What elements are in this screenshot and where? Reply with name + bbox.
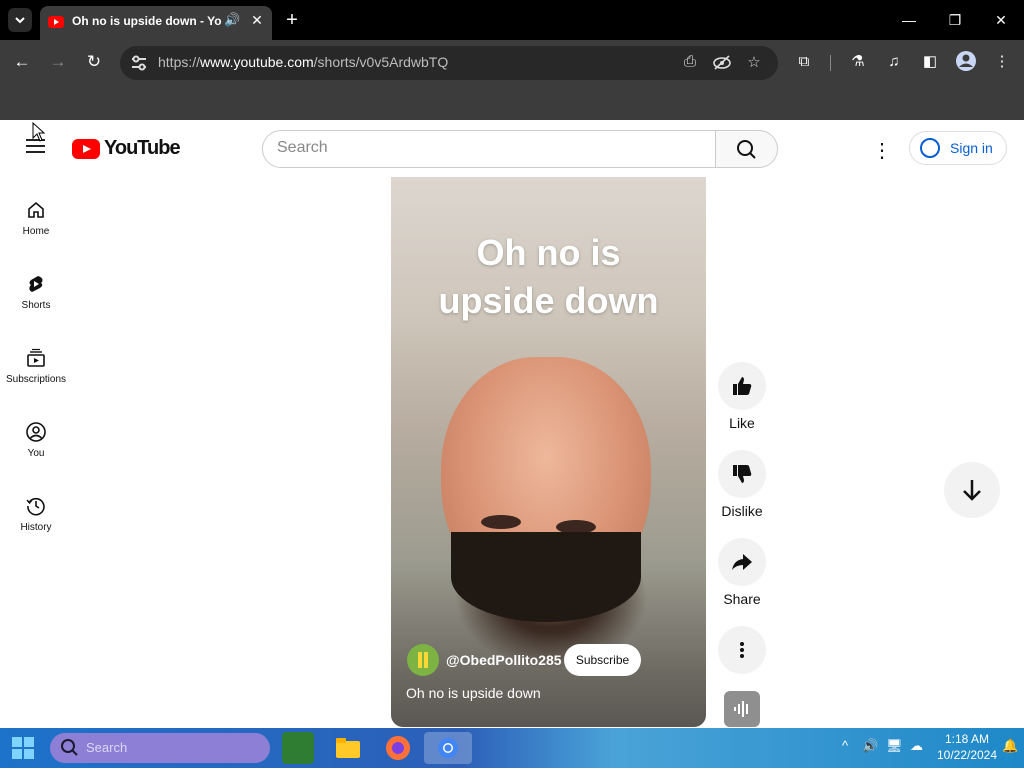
taskbar-search-input[interactable]: Search (50, 733, 270, 763)
labs-flask-icon[interactable]: ⚗ (846, 50, 870, 74)
thumbs-up-icon (733, 377, 752, 395)
back-button[interactable]: ← (10, 50, 34, 74)
eye-slash-icon[interactable] (712, 53, 732, 73)
sign-in-label: Sign in (950, 140, 993, 156)
tab-search-button[interactable] (8, 8, 32, 32)
mouse-cursor-icon (32, 121, 46, 147)
browser-tab-strip: Oh no is upside down - YouTube 🔊 ✕ + — ❐… (0, 0, 1024, 40)
address-bar[interactable]: https://www.youtube.com/shorts/v0v5Ardwb… (120, 46, 778, 80)
media-control-icon[interactable]: ♫ (882, 50, 906, 74)
onedrive-icon[interactable]: ☁ (910, 738, 923, 754)
minimize-button[interactable]: — (894, 8, 924, 32)
url-text: https://www.youtube.com/shorts/v0v5Ardwb… (158, 54, 449, 70)
tray-overflow-icon[interactable]: ^ (842, 738, 848, 753)
sidebar-label: Subscriptions (5, 374, 67, 385)
search-input[interactable]: Search (262, 130, 716, 168)
clock-date: 10/22/2024 (936, 748, 998, 762)
file-explorer-icon[interactable] (332, 732, 364, 764)
reload-button[interactable]: ↻ (82, 50, 106, 74)
sidebar-item-subscriptions[interactable]: Subscriptions (4, 348, 68, 412)
channel-avatar[interactable] (407, 644, 439, 676)
site-info-icon[interactable] (130, 54, 148, 72)
account-icon (920, 138, 940, 158)
chrome-taskbar-icon[interactable] (424, 732, 472, 764)
youtube-logo[interactable]: YouTube (72, 137, 181, 161)
share-arrow-icon (732, 554, 752, 570)
close-window-button[interactable]: ✕ (986, 8, 1016, 32)
like-button[interactable] (718, 362, 766, 410)
network-icon[interactable]: 🖥 (886, 738, 903, 754)
youtube-logo-text: YouTube (104, 137, 181, 159)
dislike-label: Dislike (721, 503, 763, 519)
sidebar-label: Home (22, 226, 50, 237)
windows-start-icon[interactable] (12, 737, 34, 759)
shorts-icon (29, 276, 43, 292)
star-bookmark-icon[interactable]: ☆ (744, 53, 764, 73)
like-label: Like (729, 415, 755, 431)
audio-sound-icon[interactable] (724, 691, 760, 727)
share-button[interactable] (718, 538, 766, 586)
sidebar-item-home[interactable]: Home (4, 200, 68, 264)
side-panel-icon[interactable]: ◧ (918, 50, 942, 74)
bookmarks-bar (0, 86, 1024, 120)
thumbs-down-icon (733, 465, 752, 483)
shorts-video-player[interactable]: Oh no is upside down @ObedPollito285 Sub… (391, 177, 706, 727)
sign-in-button[interactable]: Sign in (909, 131, 1007, 165)
arrow-down-icon (963, 480, 981, 501)
video-caption[interactable]: Oh no is upside down (406, 685, 541, 701)
sidebar-label: History (20, 522, 52, 533)
taskbar-clock[interactable]: 1:18 AM 10/22/2024 (932, 731, 1002, 763)
youtube-play-icon (72, 139, 100, 159)
more-vert-icon (740, 642, 744, 658)
video-frame-hair (451, 532, 641, 622)
sidebar-label: You (27, 448, 45, 459)
youtube-favicon-icon (48, 16, 64, 28)
home-icon (28, 201, 44, 218)
windows-taskbar: Search ^ 🔊 🖥 ☁ 1:18 AM 10/22/2024 🔔 (0, 728, 1024, 768)
video-frame-eye (481, 515, 521, 529)
subscriptions-icon (27, 348, 45, 367)
profile-icon[interactable] (954, 50, 978, 74)
next-video-button[interactable] (944, 462, 1000, 518)
browser-tab-active[interactable]: Oh no is upside down - YouTube 🔊 ✕ (40, 6, 272, 40)
new-tab-button[interactable]: + (282, 8, 302, 32)
close-tab-icon[interactable]: ✕ (248, 12, 266, 32)
clock-time: 1:18 AM (944, 732, 990, 746)
dislike-button[interactable] (718, 450, 766, 498)
install-app-icon[interactable]: ⎙ (680, 53, 700, 73)
tab-title: Oh no is upside down - YouTube (72, 14, 222, 28)
browser-toolbar: ← → ↻ https://www.youtube.com/shorts/v0v… (0, 40, 1024, 86)
search-button[interactable] (715, 130, 778, 168)
history-icon (26, 497, 45, 516)
taskbar-search-placeholder: Search (86, 740, 128, 755)
toolbar-divider (830, 55, 831, 71)
sidebar-label: Shorts (21, 300, 51, 311)
restore-button[interactable]: ❐ (940, 8, 970, 32)
more-actions-button[interactable] (718, 626, 766, 674)
subscribe-button[interactable]: Subscribe (564, 644, 641, 676)
speaker-icon[interactable]: 🔊 (224, 12, 242, 32)
forward-button[interactable]: → (46, 50, 70, 74)
you-icon (26, 422, 46, 442)
volume-icon[interactable]: 🔊 (862, 738, 878, 754)
channel-name[interactable]: @ObedPollito285 (446, 652, 562, 668)
sidebar-item-you[interactable]: You (4, 422, 68, 486)
share-label: Share (723, 591, 761, 607)
settings-more-icon[interactable]: ⋮ (872, 138, 892, 162)
video-overlay-title: Oh no is upside down (438, 232, 659, 321)
photos-app-icon[interactable] (282, 732, 314, 764)
firefox-icon[interactable] (382, 732, 414, 764)
sidebar-item-history[interactable]: History (4, 496, 68, 560)
chrome-menu-icon[interactable]: ⋮ (990, 50, 1014, 74)
extensions-icon[interactable]: ⧉ (792, 50, 816, 74)
notification-bell-icon[interactable]: 🔔 (1002, 738, 1018, 754)
sidebar-item-shorts[interactable]: Shorts (4, 274, 68, 338)
